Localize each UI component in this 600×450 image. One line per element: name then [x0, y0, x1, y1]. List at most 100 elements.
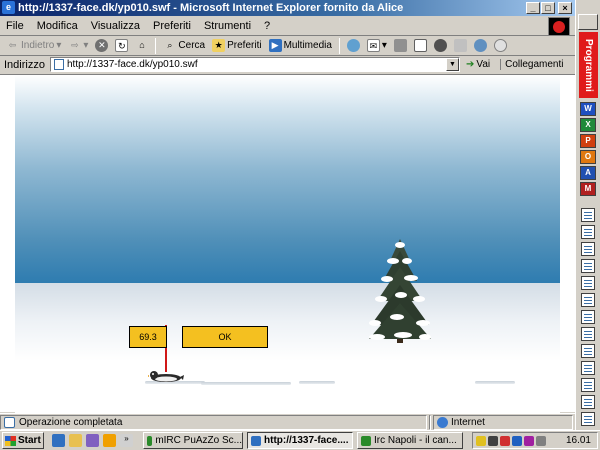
forward-arrow-icon: ⇨ [71, 40, 79, 50]
sidebar-app-icon[interactable]: O [580, 150, 596, 164]
close-button[interactable]: × [558, 2, 572, 14]
messenger-tray-icon[interactable] [512, 435, 522, 446]
mail-button[interactable]: ✉ ▾ [365, 37, 389, 55]
network-tray-icon[interactable] [488, 435, 498, 446]
refresh-button[interactable]: ↻ [113, 37, 130, 55]
volume-tray-icon[interactable] [536, 435, 546, 446]
page-icon [54, 59, 64, 70]
status-divider [429, 414, 431, 430]
status-bar: Operazione completata Internet [0, 413, 575, 430]
media-player-quicklaunch-icon[interactable] [103, 434, 116, 447]
sidebar-shortcut-icon[interactable] [581, 293, 595, 307]
sidebar-shortcut-icon[interactable] [581, 242, 595, 256]
ok-button[interactable]: OK [182, 326, 268, 348]
sidebar-shortcut-icon[interactable] [581, 395, 595, 409]
more-quicklaunch-icon[interactable]: » [120, 434, 133, 447]
back-label: Indietro [21, 40, 55, 51]
address-input[interactable]: http://1337-face.dk/yp010.swf ▼ [50, 57, 460, 72]
research-button[interactable] [452, 37, 469, 55]
ie-quicklaunch-icon[interactable] [52, 434, 65, 447]
snowy-tree [369, 239, 431, 343]
page-done-icon [4, 416, 15, 428]
sidebar-menu-button[interactable] [578, 14, 598, 30]
sidebar-shortcut-icon[interactable] [581, 378, 595, 392]
standard-toolbar: ⇦ Indietro ▾ ⇨ ▾ ✕ ↻ ⌂ ⌕ Cerca ★ Preferi… [0, 36, 575, 56]
stop-icon: ✕ [95, 39, 109, 52]
links-button[interactable]: Collegamenti [500, 59, 563, 70]
task-mirc[interactable]: mIRC PuAzZo Sc... [143, 432, 243, 449]
game-snow-ground [15, 283, 560, 413]
internet-globe-icon [437, 416, 448, 428]
window-title-bar[interactable]: e http://1337-face.dk/yp010.swf - Micros… [0, 0, 575, 16]
back-dropdown-icon[interactable]: ▾ [56, 40, 61, 51]
mirc-icon [147, 435, 153, 446]
sidebar-app-icon[interactable]: W [580, 102, 596, 116]
menu-tools[interactable]: Strumenti [204, 20, 251, 32]
sidebar-app-icon[interactable]: X [580, 118, 596, 132]
antivirus-tray-icon[interactable] [500, 435, 510, 446]
forward-button[interactable]: ⇨ ▾ [66, 37, 90, 55]
sidebar-app-icon[interactable]: P [580, 134, 596, 148]
menu-view[interactable]: Visualizza [91, 20, 140, 32]
ie-icon: e [2, 1, 15, 14]
sidebar-app-icon[interactable]: A [580, 166, 596, 180]
sidebar-shortcut-icon[interactable] [581, 361, 595, 375]
maximize-button[interactable]: □ [541, 2, 555, 14]
sidebar-shortcut-icon[interactable] [581, 310, 595, 324]
menu-favorites[interactable]: Preferiti [153, 20, 191, 32]
history-button[interactable] [345, 37, 362, 55]
chat-button[interactable] [492, 37, 509, 55]
mail-dropdown-icon[interactable]: ▾ [382, 40, 387, 51]
address-url: http://1337-face.dk/yp010.swf [67, 59, 198, 70]
task-label: Irc Napoli - il can... [374, 435, 457, 446]
messenger-button[interactable] [472, 37, 489, 55]
toolbar-separator [155, 37, 157, 54]
forward-dropdown-icon[interactable]: ▾ [83, 40, 88, 51]
activity-throbber-icon [548, 17, 570, 36]
favorites-button[interactable]: ★ Preferiti [210, 37, 263, 55]
stop-button[interactable]: ✕ [93, 37, 110, 55]
sidebar-shortcut-icon[interactable] [581, 412, 595, 426]
sidebar-shortcut-icon[interactable] [581, 259, 595, 273]
sidebar-shortcut-icon[interactable] [581, 225, 595, 239]
discuss-button[interactable] [432, 37, 449, 55]
search-button[interactable]: ⌕ Cerca [161, 37, 207, 55]
sidebar-app-icon[interactable]: M [580, 182, 596, 196]
clock[interactable]: 16.01 [566, 435, 597, 446]
sidebar-shortcut-icon[interactable] [581, 327, 595, 341]
discuss-icon [433, 39, 447, 52]
game-sky [15, 75, 560, 283]
desktop-quicklaunch-icon[interactable] [86, 434, 99, 447]
go-button[interactable]: ➔ Vai [466, 59, 490, 70]
menu-file[interactable]: File [6, 20, 24, 32]
menu-edit[interactable]: Modifica [37, 20, 78, 32]
messenger-icon [473, 39, 487, 52]
outlook-quicklaunch-icon[interactable] [69, 434, 82, 447]
shield-tray-icon[interactable] [524, 435, 534, 446]
task-irc-napoli[interactable]: Irc Napoli - il can... [357, 432, 463, 449]
media-button[interactable]: ▶ Multimedia [267, 37, 334, 55]
home-button[interactable]: ⌂ [133, 37, 150, 55]
address-bar: Indirizzo http://1337-face.dk/yp010.swf … [0, 56, 575, 73]
back-button[interactable]: ⇦ Indietro ▾ [4, 37, 63, 55]
window-title: http://1337-face.dk/yp010.swf - Microsof… [18, 2, 404, 14]
sidebar-shortcut-icon[interactable] [581, 344, 595, 358]
snow-track [299, 381, 335, 384]
flash-game[interactable]: 69.3 OK [15, 75, 560, 413]
edit-button[interactable] [412, 37, 429, 55]
menu-help[interactable]: ? [264, 20, 270, 32]
sidebar-shortcut-icon[interactable] [581, 276, 595, 290]
programs-sidebar: Programmi WXPOAM [575, 0, 600, 430]
start-button[interactable]: Start [2, 432, 44, 449]
warning-tray-icon[interactable] [476, 435, 486, 446]
snow-track [475, 381, 515, 384]
toolbar-separator [338, 37, 340, 54]
minimize-button[interactable]: _ [526, 2, 540, 14]
address-dropdown-icon[interactable]: ▼ [446, 58, 459, 71]
page-content: 69.3 OK [0, 74, 575, 413]
taskbar: Start » mIRC PuAzZo Sc... http://1337-fa… [0, 430, 600, 450]
sidebar-shortcut-icon[interactable] [581, 208, 595, 222]
task-internet-explorer[interactable]: http://1337-face.... [247, 432, 353, 449]
print-button[interactable] [392, 37, 409, 55]
favorites-folder-icon: ★ [212, 39, 226, 52]
